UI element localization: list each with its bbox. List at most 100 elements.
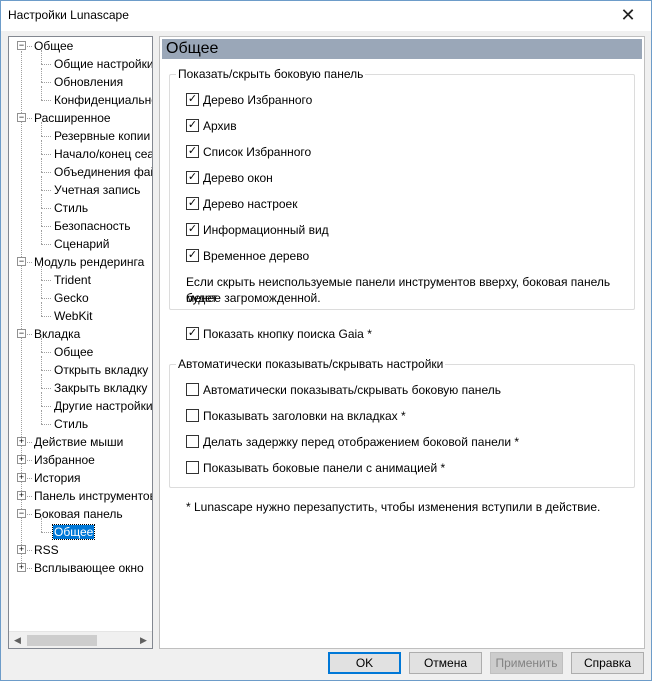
checkbox-box[interactable]: ✓ bbox=[186, 171, 199, 185]
close-button[interactable]: ✕ bbox=[605, 1, 651, 31]
tree-subnode[interactable]: Конфиденциальность bbox=[53, 91, 152, 109]
collapse-icon[interactable]: − bbox=[17, 41, 26, 50]
checkbox-box[interactable]: ✓ bbox=[186, 197, 199, 211]
tree-subnode[interactable]: Общее bbox=[53, 343, 94, 361]
tree-connector bbox=[27, 442, 32, 443]
tree-connector bbox=[41, 190, 51, 191]
option-checkbox[interactable]: ✓ Дерево Избранного bbox=[186, 93, 312, 109]
checkbox-box[interactable] bbox=[186, 409, 199, 423]
tree-subnode[interactable]: Стиль bbox=[53, 415, 89, 433]
checkbox-box[interactable]: ✓ bbox=[186, 327, 199, 341]
tree-node[interactable]: Всплывающее окно bbox=[33, 559, 145, 577]
tree-node-label: WebKit bbox=[54, 309, 93, 323]
collapse-icon[interactable]: − bbox=[17, 509, 26, 518]
tree-node[interactable]: Расширенное bbox=[33, 109, 112, 127]
tree-connector bbox=[27, 514, 32, 515]
checkbox-box[interactable] bbox=[186, 435, 199, 449]
tree-node[interactable]: Панель инструментов bbox=[33, 487, 152, 505]
settings-tree[interactable]: − − − − + + + + − + + Общее Общие настройки Обновлен… bbox=[8, 36, 153, 649]
cancel-button[interactable]: Отмена bbox=[409, 652, 482, 674]
checkbox-box[interactable]: ✓ bbox=[186, 119, 199, 133]
gaia-search-checkbox[interactable]: ✓ Показать кнопку поиска Gaia * bbox=[186, 327, 372, 343]
option-checkbox[interactable]: ✓ Список Избранного bbox=[186, 145, 311, 161]
scroll-left-arrow-icon[interactable]: ◀ bbox=[9, 632, 26, 648]
tree-subnode[interactable]: Открыть вкладку bbox=[53, 361, 149, 379]
help-button[interactable]: Справка bbox=[571, 652, 644, 674]
tree-subnode[interactable]: WebKit bbox=[53, 307, 93, 325]
tree-node-label: Начало/конец сеанса bbox=[54, 147, 153, 161]
tree-subnode[interactable]: Начало/конец сеанса bbox=[53, 145, 153, 163]
tree-node-label: Закрыть вкладку bbox=[54, 381, 148, 395]
scroll-right-arrow-icon[interactable]: ▶ bbox=[135, 632, 152, 648]
tree-node[interactable]: История bbox=[33, 469, 82, 487]
tree-node[interactable]: Модуль рендеринга bbox=[33, 253, 145, 271]
checkbox-box[interactable] bbox=[186, 383, 199, 397]
option-checkbox[interactable]: ✓ Дерево окон bbox=[186, 171, 273, 187]
tree-subnode[interactable]: Безопасность bbox=[53, 217, 132, 235]
checkbox-label: Дерево окон bbox=[203, 171, 273, 185]
restart-footnote: * Lunascape нужно перезапустить, чтобы и… bbox=[186, 500, 601, 514]
tree-horizontal-scrollbar[interactable]: ◀ ▶ bbox=[9, 631, 152, 648]
option-checkbox[interactable]: Показывать заголовки на вкладках * bbox=[186, 409, 406, 425]
tree-subnode[interactable]: Объединения файлов bbox=[53, 163, 152, 181]
tree-subnode[interactable]: Gecko bbox=[53, 289, 90, 307]
tree-node[interactable]: Вкладка bbox=[33, 325, 81, 343]
tree-subnode[interactable]: Общие настройки bbox=[53, 55, 152, 73]
collapse-icon[interactable]: − bbox=[17, 113, 26, 122]
apply-button[interactable]: Применить bbox=[490, 652, 563, 674]
tree-connector bbox=[41, 82, 51, 83]
tree-node-label: Объединения файлов bbox=[54, 165, 152, 179]
option-checkbox[interactable]: ✓ Дерево настроек bbox=[186, 197, 297, 213]
expand-icon[interactable]: + bbox=[17, 545, 26, 554]
tree-subnode[interactable]: Сценарий bbox=[53, 235, 110, 253]
expand-icon[interactable]: + bbox=[17, 563, 26, 572]
expand-icon[interactable]: + bbox=[17, 473, 26, 482]
ok-button[interactable]: OK bbox=[328, 652, 401, 674]
checkbox-box[interactable]: ✓ bbox=[186, 249, 199, 263]
tree-node[interactable]: Избранное bbox=[33, 451, 96, 469]
tree-connector bbox=[27, 550, 32, 551]
tree-connector bbox=[41, 284, 42, 298]
tree-connector bbox=[41, 392, 42, 406]
expand-icon[interactable]: + bbox=[17, 491, 26, 500]
option-checkbox[interactable]: ✓ Временное дерево bbox=[186, 249, 309, 265]
page-title: Общее bbox=[162, 39, 642, 59]
tree-node[interactable]: Действие мыши bbox=[33, 433, 124, 451]
tree-connector bbox=[41, 158, 42, 172]
tree-subnode[interactable]: Стиль bbox=[53, 199, 89, 217]
collapse-icon[interactable]: − bbox=[17, 257, 26, 266]
tree-node[interactable]: Боковая панель bbox=[33, 505, 124, 523]
tree-subnode[interactable]: Trident bbox=[53, 271, 92, 289]
tree-connector bbox=[41, 176, 42, 190]
option-checkbox[interactable]: ✓ Информационный вид bbox=[186, 223, 329, 239]
tree-connector bbox=[41, 136, 51, 137]
group-legend: Автоматически показывать/скрывать настро… bbox=[176, 357, 446, 371]
tree-subnode[interactable]: Резервные копии bbox=[53, 127, 151, 145]
tree-connector bbox=[41, 194, 42, 208]
collapse-icon[interactable]: − bbox=[17, 329, 26, 338]
tree-node[interactable]: RSS bbox=[33, 541, 60, 559]
tree-subnode[interactable]: Другие настройки bbox=[53, 397, 152, 415]
checkbox-label: Временное дерево bbox=[203, 249, 310, 263]
tree-subnode[interactable]: Общее bbox=[51, 523, 96, 541]
option-checkbox[interactable]: ✓ Архив bbox=[186, 119, 237, 135]
option-checkbox[interactable]: Делать задержку перед отображением боков… bbox=[186, 435, 519, 451]
expand-icon[interactable]: + bbox=[17, 455, 26, 464]
option-checkbox[interactable]: Показывать боковые панели с анимацией * bbox=[186, 461, 445, 477]
tree-connector bbox=[41, 410, 42, 424]
checkbox-box[interactable]: ✓ bbox=[186, 223, 199, 237]
tree-node-label: Учетная запись bbox=[54, 183, 141, 197]
tree-connector bbox=[27, 460, 32, 461]
option-checkbox[interactable]: Автоматически показывать/скрывать бокову… bbox=[186, 383, 501, 399]
checkbox-box[interactable]: ✓ bbox=[186, 145, 199, 159]
tree-subnode[interactable]: Закрыть вкладку bbox=[53, 379, 148, 397]
tree-subnode[interactable]: Учетная запись bbox=[53, 181, 141, 199]
scroll-thumb[interactable] bbox=[27, 635, 97, 646]
tree-node[interactable]: Общее bbox=[33, 37, 74, 55]
tree-subnode[interactable]: Обновления bbox=[53, 73, 124, 91]
checkbox-label: Список Избранного bbox=[203, 145, 312, 159]
checkbox-box[interactable]: ✓ bbox=[186, 93, 199, 107]
tree-node-label: Боковая панель bbox=[34, 507, 123, 521]
expand-icon[interactable]: + bbox=[17, 437, 26, 446]
checkbox-box[interactable] bbox=[186, 461, 199, 475]
